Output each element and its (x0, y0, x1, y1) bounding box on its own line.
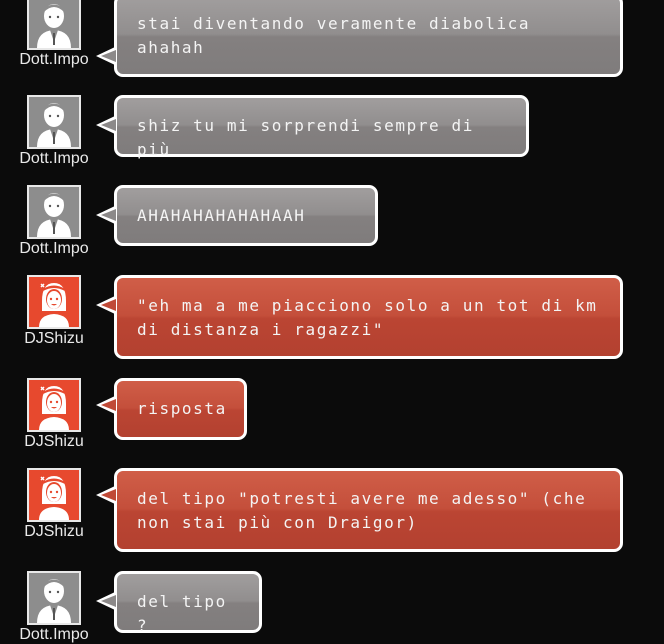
sender-block: Dott.Impo (12, 185, 96, 258)
sender-name[interactable]: Dott.Impo (12, 626, 96, 644)
message-text: AHAHAHAHAHAHAAH (137, 206, 306, 225)
message-bubble: del tipo "potresti avere me adesso" (che… (96, 468, 623, 552)
message-text: del tipo "potresti avere me adesso" (che… (137, 489, 587, 532)
message-text: "eh ma a me piacciono solo a un tot di k… (137, 296, 598, 339)
male-avatar-icon[interactable] (27, 185, 81, 239)
sender-name[interactable]: DJShizu (12, 523, 96, 541)
female-avatar-icon[interactable] (27, 468, 81, 522)
message-bubble: del tipo ? (96, 571, 262, 635)
message-text: shiz tu mi sorprendi sempre di più (137, 116, 486, 159)
male-avatar-icon[interactable] (27, 95, 81, 149)
sender-block: Dott.Impo (12, 0, 96, 69)
sender-name[interactable]: DJShizu (12, 433, 96, 451)
sender-block: Dott.Impo (12, 95, 96, 168)
sender-block: DJShizu (12, 378, 96, 451)
sender-name[interactable]: Dott.Impo (12, 240, 96, 258)
female-avatar-icon[interactable] (27, 378, 81, 432)
message-bubble: shiz tu mi sorprendi sempre di più (96, 95, 529, 159)
male-avatar-icon[interactable] (27, 571, 81, 625)
female-avatar-icon[interactable] (27, 275, 81, 329)
sender-block: Dott.Impo (12, 571, 96, 644)
message-text: stai diventando veramente diabolica ahah… (137, 14, 531, 57)
sender-block: DJShizu (12, 275, 96, 348)
sender-block: DJShizu (12, 468, 96, 541)
sender-name[interactable]: Dott.Impo (12, 150, 96, 168)
message-bubble: stai diventando veramente diabolica ahah… (96, 0, 623, 77)
sender-name[interactable]: DJShizu (12, 330, 96, 348)
sender-name[interactable]: Dott.Impo (12, 51, 96, 69)
message-bubble: risposta (96, 378, 247, 440)
message-bubble: AHAHAHAHAHAHAAH (96, 185, 378, 246)
message-bubble: "eh ma a me piacciono solo a un tot di k… (96, 275, 623, 359)
male-avatar-icon[interactable] (27, 0, 81, 50)
message-text: del tipo ? (137, 592, 239, 635)
message-text: risposta (137, 399, 227, 418)
